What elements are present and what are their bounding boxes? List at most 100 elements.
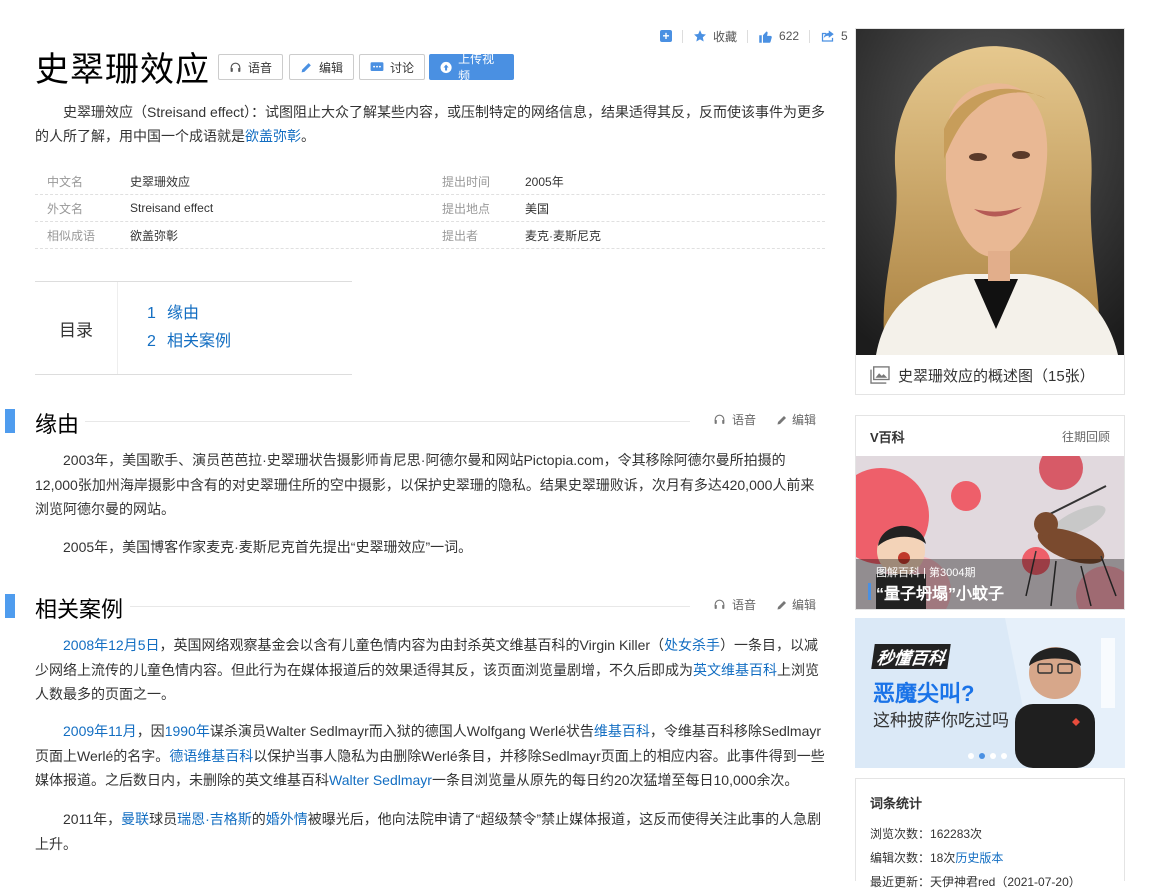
edit-button[interactable]: 编辑 <box>289 54 355 80</box>
origin-paragraph-2: 2005年，美国博客作家麦克·麦斯尼克首先提出“史翠珊效应”一词。 <box>63 539 473 555</box>
collect-button[interactable]: 收藏 <box>693 28 737 45</box>
info-value: 欲盖弥彰 <box>130 228 179 243</box>
share-count: 5 <box>841 29 848 43</box>
pencil-icon <box>301 62 311 72</box>
section-marker <box>5 594 15 618</box>
summary-end: 。 <box>301 128 315 144</box>
section-tools: 语音 编辑 <box>713 596 816 613</box>
stats-title: 词条统计 <box>870 796 923 811</box>
divider <box>682 29 683 43</box>
thumbs-up-icon <box>759 31 772 43</box>
miaodong-baike-banner[interactable]: 秒懂百科 恶魔尖叫? 这种披萨你吃过吗 <box>855 618 1125 768</box>
section-voice-button[interactable]: 语音 <box>713 596 756 613</box>
inline-link[interactable]: 2008年12月5日 <box>63 637 160 653</box>
voice-button[interactable]: 语音 <box>218 54 284 80</box>
inline-link[interactable]: 1990年 <box>165 723 210 739</box>
page-title: 史翠珊效应 <box>35 50 210 90</box>
inline-link[interactable]: 处女杀手 <box>664 637 720 653</box>
section-edit-button[interactable]: 编辑 <box>776 596 816 613</box>
cases-paragraph-2: 2009年11月，因1990年谋杀演员Walter Sedlmayr而入狱的德国… <box>35 723 825 788</box>
v-baike-headline: “量子坍塌”小蚊子 <box>876 586 1005 603</box>
share-icon <box>821 30 834 42</box>
upload-video-label: 上传视频 <box>458 52 495 83</box>
divider <box>747 29 749 43</box>
share-button[interactable]: 5 <box>820 29 848 43</box>
last-update: 最近更新：天伊神君red（2021-07-20） <box>870 875 1081 889</box>
banner-subline: 这种披萨你吃过吗 <box>873 711 1009 730</box>
pencil-icon <box>777 415 787 424</box>
inline-link[interactable]: Walter Sedlmayr <box>329 772 432 788</box>
v-baike-thumbnail[interactable]: 图解百科 | 第3004期 “量子坍塌”小蚊子 <box>856 456 1124 609</box>
toc-item-origin[interactable]: 1 缘由 <box>147 300 231 328</box>
voice-label: 语音 <box>248 60 273 75</box>
section-edit-button[interactable]: 编辑 <box>776 411 816 428</box>
info-key: 外文名 <box>47 201 84 216</box>
entry-statistics: 词条统计 浏览次数：162283次 编辑次数：18次历史版本 最近更新：天伊神君… <box>855 778 1125 889</box>
star-icon <box>694 30 706 42</box>
add-to-list-button[interactable]: + <box>660 30 672 42</box>
inline-link[interactable]: 曼联 <box>121 811 149 827</box>
v-baike-title: V百科 <box>870 429 905 445</box>
cases-paragraph-1: 2008年12月5日，英国网络观察基金会以含有儿童色情内容为由封杀英文维基百科的… <box>35 637 819 702</box>
inline-link[interactable]: 瑞恩·吉格斯 <box>177 811 252 827</box>
history-version-link[interactable]: 历史版本 <box>955 851 1003 865</box>
info-value: 史翠珊效应 <box>130 174 191 189</box>
info-value: 美国 <box>525 201 550 216</box>
discuss-label: 讨论 <box>390 60 415 75</box>
past-issues-link[interactable]: 往期回顾 <box>1062 428 1110 445</box>
collect-label: 收藏 <box>713 29 738 44</box>
origin-paragraph-1: 2003年，美国歌手、演员芭芭拉·史翠珊状告摄影师肯尼思·阿德尔曼和网站Pict… <box>35 452 815 517</box>
section-title-origin: 缘由 <box>35 412 80 437</box>
like-count: 622 <box>779 29 800 43</box>
v-baike-tags: 图解百科 | 第3004期 <box>876 567 976 579</box>
headphones-icon <box>714 414 725 424</box>
portrait-image[interactable] <box>856 29 1124 355</box>
headphones-icon <box>714 599 725 609</box>
divider <box>809 29 811 43</box>
miaodong-logo: 秒懂百科 <box>871 644 951 669</box>
summary-paragraph: 史翠珊效应（Streisand effect）：试图阻止大众了解某些内容，或压制… <box>35 100 830 148</box>
plus-square-icon: + <box>660 30 672 42</box>
inline-link[interactable]: 英文维基百科 <box>693 662 777 678</box>
summary-image-card[interactable]: 史翠珊效应的概述图（15张） <box>855 28 1125 395</box>
info-key: 提出时间 <box>442 174 491 189</box>
upload-icon <box>440 61 452 73</box>
section-divider <box>130 606 690 607</box>
info-value: 2005年 <box>525 174 564 189</box>
gallery-icon <box>870 366 890 384</box>
browse-count: 浏览次数：162283次 <box>870 827 983 841</box>
edit-count: 编辑次数：18次历史版本 <box>870 851 1004 865</box>
image-caption[interactable]: 史翠珊效应的概述图（15张） <box>856 355 1124 395</box>
table-of-contents: 目录 1 缘由 2 相关案例 <box>35 281 352 375</box>
section-divider <box>85 421 690 422</box>
info-row: 相似成语 欲盖弥彰 提出者 麦克·麦斯尼克 <box>35 222 825 249</box>
info-key: 相似成语 <box>47 228 96 243</box>
info-key: 提出者 <box>442 228 479 243</box>
chat-icon <box>370 61 384 71</box>
section-marker <box>5 409 15 433</box>
pencil-icon <box>777 600 787 609</box>
info-value: 麦克·麦斯尼克 <box>525 228 601 243</box>
upload-video-button[interactable]: 上传视频 <box>429 52 514 83</box>
summary-text: 史翠珊效应（Streisand effect）：试图阻止大众了解某些内容，或压制… <box>35 104 826 144</box>
banner-headline: 恶魔尖叫? <box>873 681 975 706</box>
info-value: Streisand effect <box>130 201 214 215</box>
info-row: 外文名 Streisand effect 提出地点 美国 <box>35 195 825 222</box>
basic-info-table: 中文名 史翠珊效应 提出时间 2005年 外文名 Streisand effec… <box>35 168 825 249</box>
inline-link[interactable]: 2009年11月 <box>63 723 137 739</box>
cases-paragraph-3: 2011年，曼联球员瑞恩·吉格斯的婚外情被曝光后，他向法院申请了“超级禁令”禁止… <box>35 811 822 852</box>
v-baike-card: V百科 往期回顾 图解百科 | 第3004期 “量子坍塌”小蚊子 <box>855 415 1125 610</box>
like-button[interactable]: 622 <box>758 29 799 44</box>
info-row: 中文名 史翠珊效应 提出时间 2005年 <box>35 168 825 195</box>
headphones-icon <box>230 62 241 72</box>
summary-link[interactable]: 欲盖弥彰 <box>245 128 301 144</box>
inline-link[interactable]: 德语维基百科 <box>169 748 253 764</box>
info-key: 提出地点 <box>442 201 491 216</box>
discuss-button[interactable]: 讨论 <box>359 54 426 80</box>
inline-link[interactable]: 婚外情 <box>266 811 308 827</box>
section-voice-button[interactable]: 语音 <box>713 411 756 428</box>
edit-label: 编辑 <box>319 60 344 75</box>
toc-item-cases[interactable]: 2 相关案例 <box>147 328 231 356</box>
inline-link[interactable]: 维基百科 <box>594 723 650 739</box>
section-tools: 语音 编辑 <box>713 411 816 428</box>
